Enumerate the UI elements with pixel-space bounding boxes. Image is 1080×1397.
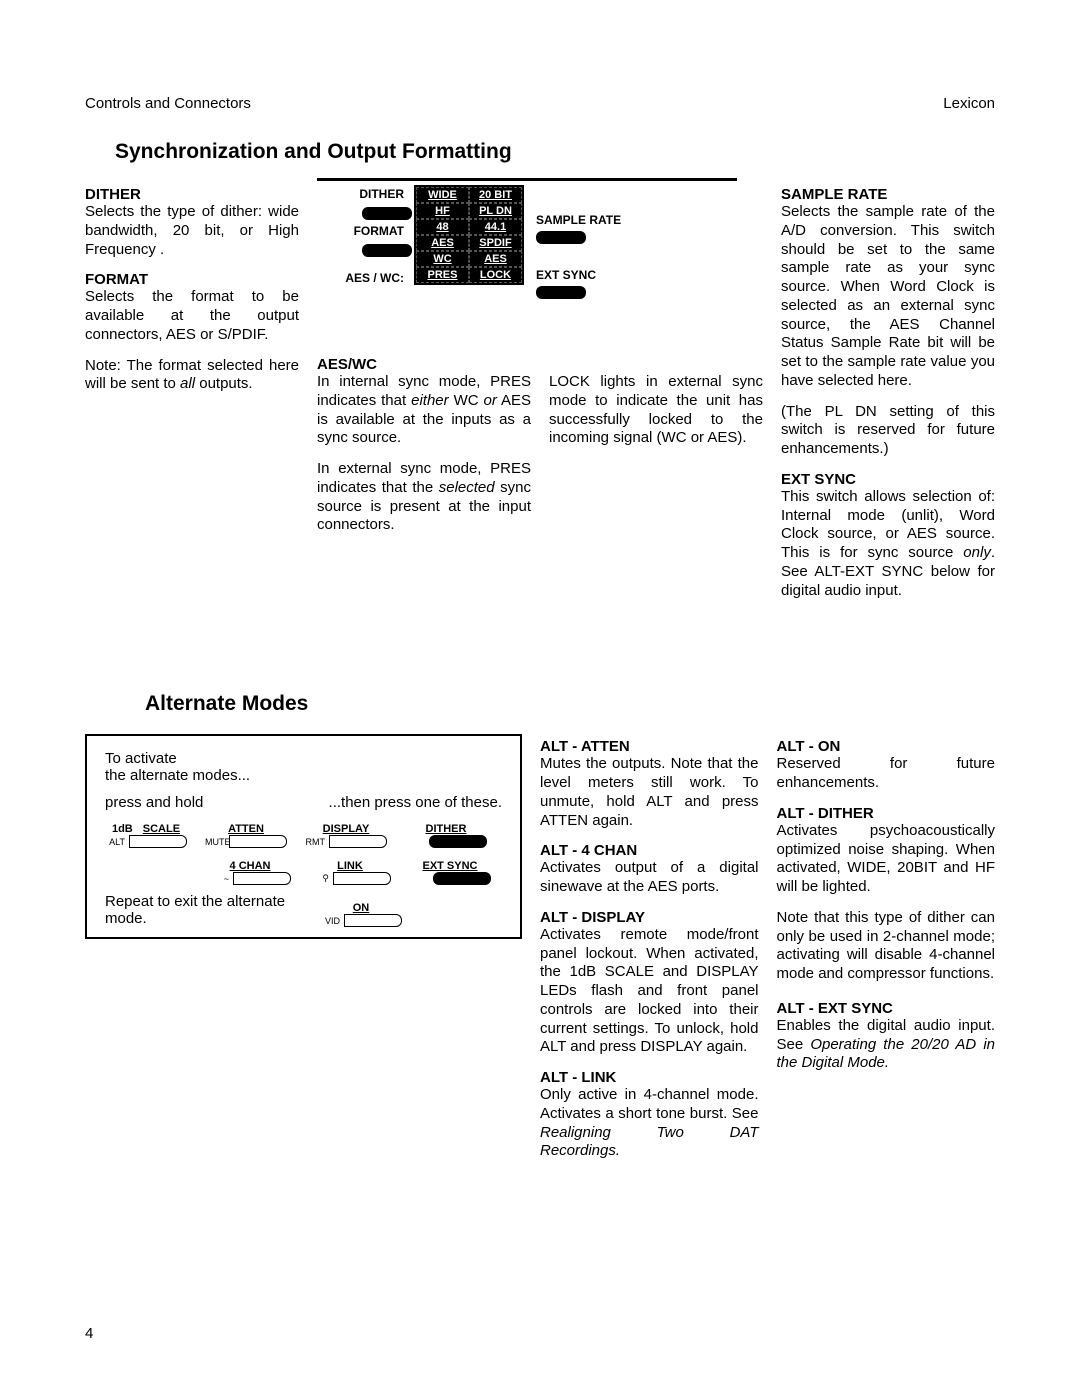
format-body: Selects the format to be available at th…	[85, 288, 299, 344]
alt-repeat: Repeat to exit the alternate mode.	[105, 893, 310, 927]
alt-line2: the alternate modes...	[105, 767, 502, 784]
dither-switch	[362, 207, 412, 220]
ext-sync-title: EXT SYNC	[781, 471, 995, 488]
alt-press-hold: press and hold	[105, 794, 203, 811]
diag-label-aeswc: AES / WC:	[317, 271, 412, 285]
alt-line1: To activate	[105, 750, 502, 767]
alt-dither-title: ALT - DITHER	[777, 805, 996, 822]
alt-dither-button	[429, 835, 487, 848]
alt-4chan-body: Activates output of a digital sinewave a…	[540, 859, 759, 897]
alt-4chan-button	[233, 872, 291, 885]
format-title: FORMAT	[85, 271, 299, 288]
aeswc-title: AES/WC	[317, 356, 531, 373]
diag-label-dither: DITHER	[317, 187, 412, 201]
alt-link-button	[333, 872, 391, 885]
sample-rate-p1: Selects the sample rate of the A/D conve…	[781, 203, 995, 391]
alt-modes-diagram: To activate the alternate modes... press…	[85, 734, 522, 939]
alt-atten-body: Mutes the outputs. Note that the level m…	[540, 755, 759, 830]
section-heading-sync: Synchronization and Output Formatting	[115, 140, 995, 164]
alt-display-title: ALT - DISPLAY	[540, 909, 759, 926]
dither-body: Selects the type of dither: wide bandwid…	[85, 203, 299, 259]
sync-diagram: DITHER FORMAT AES / WC:	[317, 178, 737, 309]
alt-dither-p1: Activates psychoacoustically optimized n…	[777, 822, 996, 897]
diag-label-ext-sync: EXT SYNC	[536, 268, 621, 282]
page-number: 4	[85, 1325, 93, 1342]
diag-label-format: FORMAT	[317, 224, 412, 238]
alt-display-button	[329, 835, 387, 848]
alt-extsync-body: Enables the digital audio input. See Ope…	[777, 1017, 996, 1073]
section-heading-alt: Alternate Modes	[145, 692, 995, 716]
header-left: Controls and Connectors	[85, 95, 251, 112]
alt-on-button	[344, 914, 402, 927]
alt-dither-p2: Note that this type of dither can only b…	[777, 909, 996, 984]
aeswc-p2: In external sync mode, PRES indicates th…	[317, 460, 531, 535]
sample-rate-p2: (The PL DN setting of this switch is res…	[781, 403, 995, 459]
alt-atten-title: ALT - ATTEN	[540, 738, 759, 755]
alt-on-body: Reserved for future enhancements.	[777, 755, 996, 793]
alt-atten-button	[229, 835, 287, 848]
alt-on-title: ALT - ON	[777, 738, 996, 755]
diag-label-sample-rate: SAMPLE RATE	[536, 213, 621, 227]
alt-extsync-title: ALT - EXT SYNC	[777, 1000, 996, 1017]
dither-title: DITHER	[85, 186, 299, 203]
indicator-grid: WIDE20 BIT HFPL DN 4844.1 AESSPDIF WCAES…	[414, 185, 524, 285]
alt-display-body: Activates remote mode/front panel lockou…	[540, 926, 759, 1057]
format-switch	[362, 244, 412, 257]
header-right: Lexicon	[943, 95, 995, 112]
alt-extsync-button	[433, 872, 491, 885]
alt-4chan-title: ALT - 4 CHAN	[540, 842, 759, 859]
ext-sync-switch	[536, 286, 586, 299]
sample-rate-switch	[536, 231, 586, 244]
alt-link-body: Only active in 4-channel mode. Activates…	[540, 1086, 759, 1161]
alt-link-title: ALT - LINK	[540, 1069, 759, 1086]
alt-scale-button	[129, 835, 187, 848]
aeswc-p1: In internal sync mode, PRES indicates th…	[317, 373, 531, 448]
alt-then-press: ...then press one of these.	[329, 794, 502, 811]
ext-sync-body: This switch allows selection of: Interna…	[781, 488, 995, 601]
sample-rate-title: SAMPLE RATE	[781, 186, 995, 203]
format-note: Note: The format selected here will be s…	[85, 357, 299, 395]
lock-body: LOCK lights in external sync mode to ind…	[549, 373, 763, 448]
